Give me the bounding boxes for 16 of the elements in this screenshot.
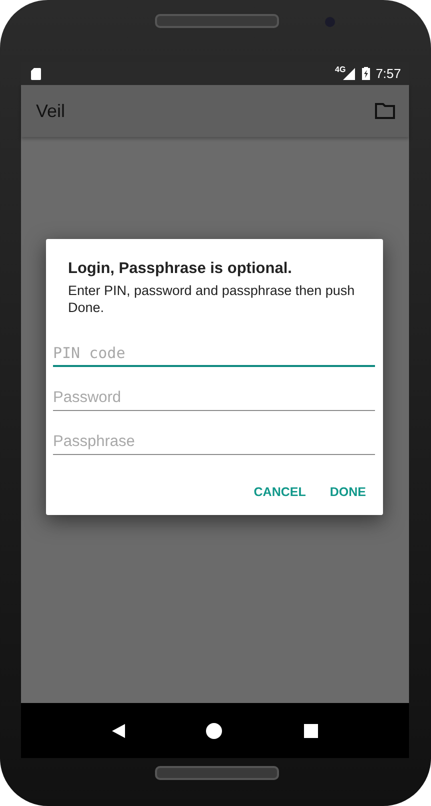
input-field[interactable]: Password bbox=[53, 383, 375, 411]
network-type: 4G bbox=[335, 65, 346, 74]
dialog-message: Enter PIN, password and passphrase then push Done. bbox=[68, 282, 356, 316]
back-icon[interactable] bbox=[112, 724, 125, 738]
folder-icon[interactable] bbox=[375, 103, 395, 119]
home-icon[interactable] bbox=[206, 722, 222, 738]
app-title: Veil bbox=[36, 100, 66, 122]
battery-icon bbox=[362, 67, 370, 80]
dialog-title: Login, Passphrase is optional. bbox=[68, 260, 293, 278]
recents-icon[interactable] bbox=[304, 724, 318, 738]
clock-time: 7:57 bbox=[376, 66, 401, 81]
input-field[interactable]: Passphrase bbox=[53, 427, 375, 455]
dialog-button[interactable]: CANCEL bbox=[244, 477, 315, 507]
pin-field[interactable]: PIN code bbox=[53, 338, 375, 367]
sd-card-icon bbox=[31, 68, 41, 80]
dialog-button[interactable]: DONE bbox=[320, 477, 375, 507]
